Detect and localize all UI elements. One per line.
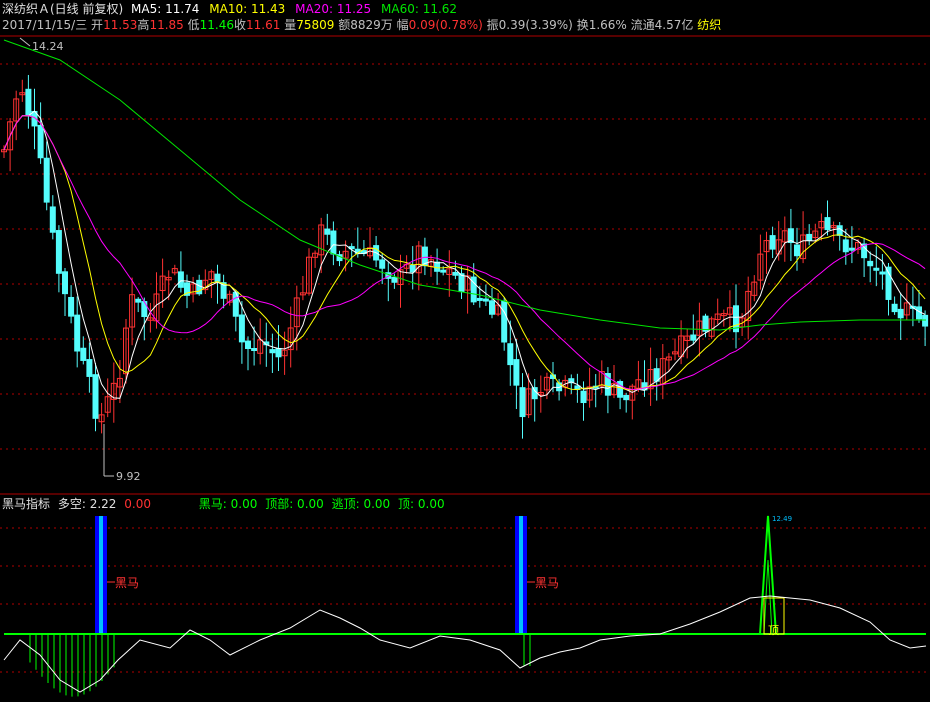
candle-body — [507, 343, 514, 366]
peak-value-label: 12.49 — [772, 515, 792, 523]
candle-body — [848, 247, 855, 251]
candle-body — [922, 314, 929, 327]
candle-body — [177, 271, 184, 288]
candle-body — [519, 387, 526, 418]
high-marker-label: 14.24 — [32, 40, 64, 53]
candle-body — [604, 373, 611, 396]
candle-body — [836, 225, 843, 236]
blackhorse-bar-core — [99, 516, 103, 634]
indicator-line — [3, 595, 927, 693]
candle-body — [476, 297, 483, 301]
candle-body — [92, 374, 99, 419]
candle-body — [43, 157, 50, 203]
candle-body — [842, 239, 849, 253]
candle-body — [580, 390, 587, 404]
candle-body — [68, 296, 75, 317]
candle-body — [238, 314, 245, 343]
ma5-line — [3, 110, 926, 399]
ma20-line — [3, 115, 926, 391]
candle-body — [37, 124, 44, 159]
candle-body — [440, 269, 447, 273]
candle-body — [245, 340, 251, 350]
candle-body — [141, 301, 148, 318]
candle-body — [794, 244, 800, 257]
blackhorse-marker-label: 黑马 — [535, 576, 559, 590]
ma10-line — [3, 115, 926, 391]
candle-body — [891, 303, 898, 313]
candle-body — [806, 233, 813, 241]
candle-body — [489, 300, 495, 315]
candle-body — [269, 349, 276, 354]
candle-body — [391, 276, 398, 283]
candle-body — [74, 314, 81, 352]
candle-body — [25, 88, 32, 117]
blackhorse-bar-core — [519, 516, 523, 634]
candle-body — [531, 387, 538, 400]
candle-body — [49, 206, 56, 233]
candle-body — [330, 230, 337, 255]
candle-body — [86, 359, 93, 377]
candle-body — [769, 235, 776, 250]
candle-body — [867, 260, 874, 267]
candle-body — [434, 261, 441, 272]
candle-body — [458, 273, 465, 293]
candle-body — [55, 230, 62, 274]
candle-body — [623, 394, 630, 401]
top-marker-label: 顶 — [768, 624, 779, 637]
kline-chart-canvas[interactable]: 14.24 9.92 黑马 黑马 12.49 顶 — [0, 0, 930, 702]
high-marker-arrow — [19, 37, 31, 47]
candle-body — [275, 347, 282, 358]
low-marker-label: 9.92 — [116, 470, 141, 483]
candle-body — [379, 259, 386, 269]
candle-body — [513, 359, 520, 386]
candle-body — [897, 308, 904, 319]
candle-body — [501, 300, 508, 343]
candle-body — [879, 271, 886, 275]
candle-body — [214, 273, 221, 282]
candle-body — [80, 347, 87, 361]
candle-body — [873, 267, 880, 271]
candle-body — [824, 217, 831, 231]
candle-body — [62, 271, 68, 295]
candle-body — [251, 347, 258, 351]
candle-body — [135, 298, 142, 303]
candle-body — [452, 271, 459, 276]
top-spike — [759, 515, 777, 635]
candle-body — [690, 334, 697, 341]
blackhorse-marker-label: 黑马 — [115, 576, 139, 590]
candle-body — [482, 298, 489, 302]
candle-body — [324, 228, 331, 235]
